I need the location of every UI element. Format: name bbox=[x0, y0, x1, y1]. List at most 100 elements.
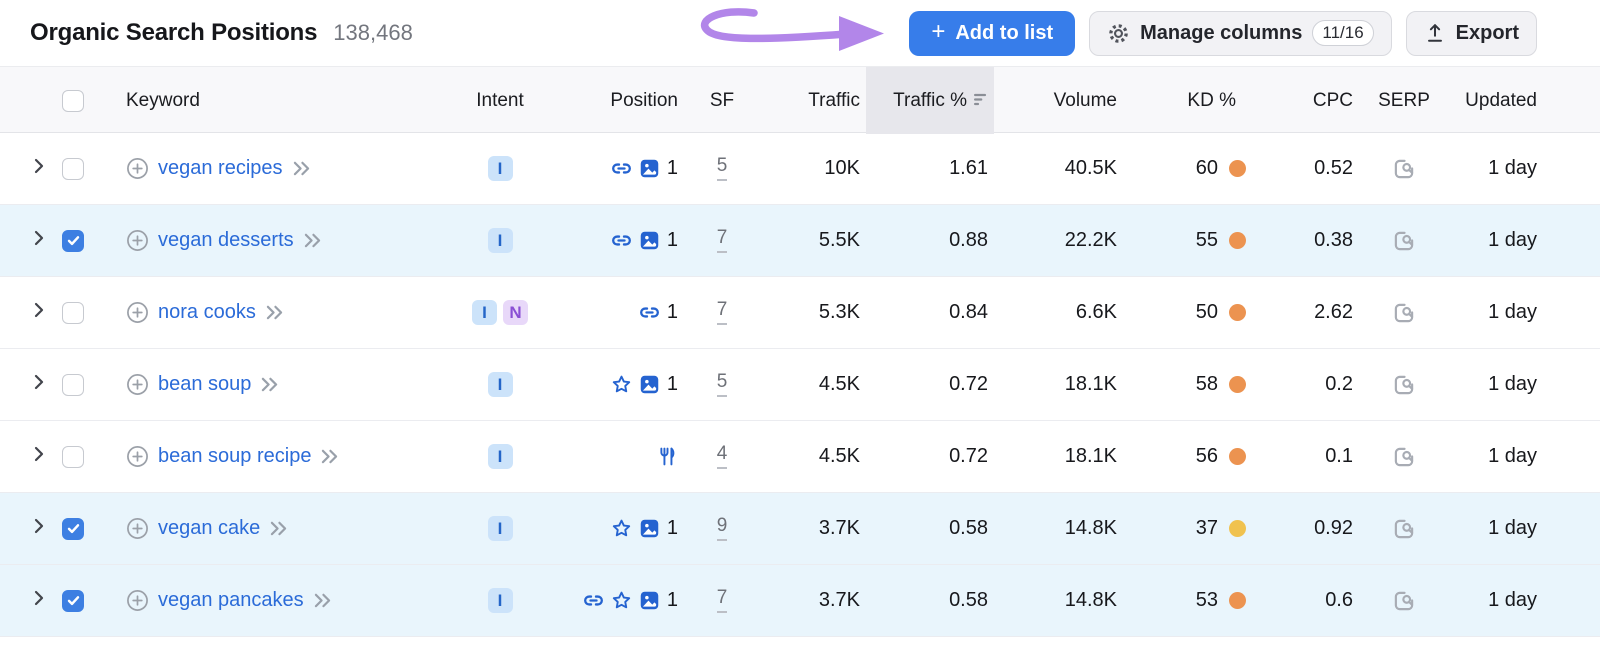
add-to-list-button[interactable]: + Add to list bbox=[909, 11, 1075, 56]
intent-badges: IN bbox=[455, 300, 545, 325]
serp-features-count[interactable]: 7 bbox=[717, 588, 728, 613]
add-to-list-icon[interactable] bbox=[126, 157, 149, 180]
table-row: nora cooks IN 1 7 5.3K 0.84 6.6K 50 2.62 bbox=[0, 277, 1600, 349]
col-header-intent[interactable]: Intent bbox=[455, 90, 545, 112]
keyword-link[interactable]: vegan cake bbox=[158, 517, 260, 540]
select-all-checkbox[interactable] bbox=[62, 90, 84, 112]
updated-value: 1 day bbox=[1449, 445, 1543, 468]
col-header-volume[interactable]: Volume bbox=[994, 90, 1123, 112]
double-chevron-icon[interactable] bbox=[292, 161, 311, 176]
intent-badges: I bbox=[455, 444, 545, 469]
serp-preview-icon[interactable] bbox=[1391, 156, 1417, 182]
kd-value: 37 bbox=[1196, 517, 1218, 540]
serp-preview-icon[interactable] bbox=[1391, 516, 1417, 542]
row-checkbox[interactable] bbox=[62, 518, 84, 540]
row-checkbox[interactable] bbox=[62, 374, 84, 396]
add-to-list-icon[interactable] bbox=[126, 445, 149, 468]
position-value: 1 bbox=[667, 517, 678, 540]
position-cell bbox=[545, 446, 682, 467]
expand-chevron-icon[interactable] bbox=[34, 301, 44, 324]
serp-features-count[interactable]: 5 bbox=[717, 372, 728, 397]
col-header-traffic-pct[interactable]: Traffic % bbox=[866, 67, 994, 134]
star-icon bbox=[611, 374, 632, 395]
row-checkbox[interactable] bbox=[62, 230, 84, 252]
expand-chevron-icon[interactable] bbox=[34, 445, 44, 468]
row-checkbox[interactable] bbox=[62, 158, 84, 180]
add-to-list-icon[interactable] bbox=[126, 517, 149, 540]
keyword-link[interactable]: vegan pancakes bbox=[158, 589, 304, 612]
col-header-traffic[interactable]: Traffic bbox=[762, 90, 866, 112]
star-icon bbox=[611, 590, 632, 611]
col-header-keyword[interactable]: Keyword bbox=[104, 90, 455, 112]
image-icon bbox=[639, 374, 660, 395]
double-chevron-icon[interactable] bbox=[260, 377, 279, 392]
double-chevron-icon[interactable] bbox=[269, 521, 288, 536]
double-chevron-icon[interactable] bbox=[320, 449, 339, 464]
manage-columns-button[interactable]: Manage columns 11/16 bbox=[1089, 11, 1392, 56]
traffic-pct-value: 0.72 bbox=[866, 373, 994, 396]
updated-value: 1 day bbox=[1449, 301, 1543, 324]
table-row: bean soup recipe I 4 4.5K 0.72 18.1K 56 … bbox=[0, 421, 1600, 493]
kd-indicator-dot bbox=[1229, 592, 1246, 609]
add-to-list-icon[interactable] bbox=[126, 229, 149, 252]
keyword-link[interactable]: bean soup bbox=[158, 373, 251, 396]
add-to-list-icon[interactable] bbox=[126, 301, 149, 324]
expand-chevron-icon[interactable] bbox=[34, 157, 44, 180]
position-value: 1 bbox=[667, 229, 678, 252]
add-to-list-icon[interactable] bbox=[126, 589, 149, 612]
col-header-serp[interactable]: SERP bbox=[1359, 90, 1449, 112]
position-cell: 1 bbox=[545, 589, 682, 612]
serp-preview-icon[interactable] bbox=[1391, 372, 1417, 398]
serp-preview-icon[interactable] bbox=[1391, 228, 1417, 254]
col-header-position[interactable]: Position bbox=[545, 90, 682, 112]
serp-features-count[interactable]: 7 bbox=[717, 228, 728, 253]
position-cell: 1 bbox=[545, 157, 682, 180]
add-to-list-icon[interactable] bbox=[126, 373, 149, 396]
table-row: vegan pancakes I 1 7 3.7K 0.58 14.8K 53 … bbox=[0, 565, 1600, 637]
serp-preview-icon[interactable] bbox=[1391, 588, 1417, 614]
intent-badge-i: I bbox=[488, 156, 513, 181]
row-checkbox[interactable] bbox=[62, 446, 84, 468]
keyword-link[interactable]: vegan desserts bbox=[158, 229, 294, 252]
serp-features-count[interactable]: 9 bbox=[717, 516, 728, 541]
position-value: 1 bbox=[667, 589, 678, 612]
expand-chevron-icon[interactable] bbox=[34, 517, 44, 540]
double-chevron-icon[interactable] bbox=[303, 233, 322, 248]
row-checkbox[interactable] bbox=[62, 302, 84, 324]
intent-badge-i: I bbox=[472, 300, 497, 325]
keyword-link[interactable]: nora cooks bbox=[158, 301, 256, 324]
serp-features-count[interactable]: 4 bbox=[717, 444, 728, 469]
volume-value: 40.5K bbox=[994, 157, 1123, 180]
link-icon bbox=[583, 590, 604, 611]
traffic-value: 5.5K bbox=[762, 229, 866, 252]
col-header-updated[interactable]: Updated bbox=[1449, 90, 1543, 112]
col-header-cpc[interactable]: CPC bbox=[1252, 90, 1359, 112]
keyword-link[interactable]: bean soup recipe bbox=[158, 445, 311, 468]
serp-preview-icon[interactable] bbox=[1391, 444, 1417, 470]
volume-value: 14.8K bbox=[994, 517, 1123, 540]
position-value: 1 bbox=[667, 373, 678, 396]
serp-preview-icon[interactable] bbox=[1391, 300, 1417, 326]
export-button[interactable]: Export bbox=[1406, 11, 1537, 56]
expand-chevron-icon[interactable] bbox=[34, 229, 44, 252]
keyword-link[interactable]: vegan recipes bbox=[158, 157, 283, 180]
intent-badge-i: I bbox=[488, 372, 513, 397]
serp-features-count[interactable]: 5 bbox=[717, 156, 728, 181]
double-chevron-icon[interactable] bbox=[313, 593, 332, 608]
expand-chevron-icon[interactable] bbox=[34, 373, 44, 396]
expand-chevron-icon[interactable] bbox=[34, 589, 44, 612]
kd-value: 50 bbox=[1196, 301, 1218, 324]
serp-features-count[interactable]: 7 bbox=[717, 300, 728, 325]
row-checkbox[interactable] bbox=[62, 590, 84, 612]
kd-value: 60 bbox=[1196, 157, 1218, 180]
traffic-value: 10K bbox=[762, 157, 866, 180]
kd-value: 55 bbox=[1196, 229, 1218, 252]
traffic-value: 4.5K bbox=[762, 445, 866, 468]
plus-icon: + bbox=[931, 20, 945, 44]
double-chevron-icon[interactable] bbox=[265, 305, 284, 320]
cpc-value: 0.38 bbox=[1252, 229, 1359, 252]
recipe-icon bbox=[657, 446, 678, 467]
col-header-sf[interactable]: SF bbox=[682, 90, 762, 112]
col-header-kd[interactable]: KD % bbox=[1123, 90, 1252, 112]
cpc-value: 0.6 bbox=[1252, 589, 1359, 612]
